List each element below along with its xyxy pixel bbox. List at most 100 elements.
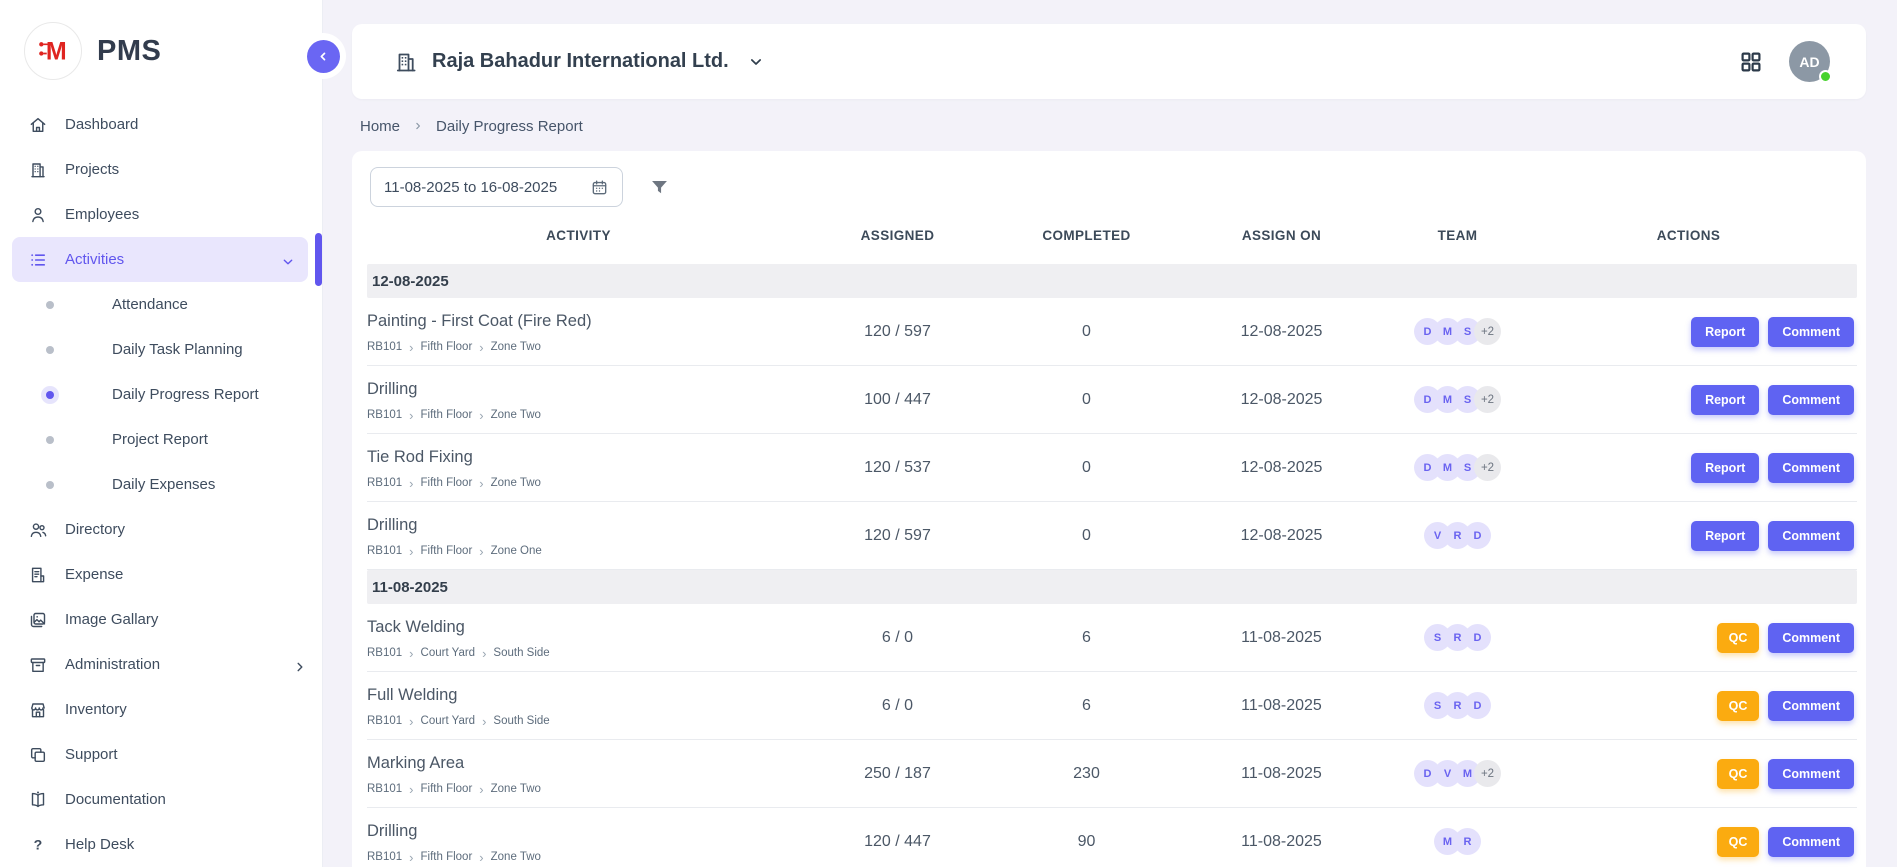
sidebar-item-label: Image Gallary [65, 611, 308, 628]
svg-text:?: ? [34, 837, 43, 853]
completed-value: 230 [1005, 765, 1168, 783]
assigned-value: 100 / 447 [790, 391, 1005, 409]
assign-on-date: 11-08-2025 [1168, 833, 1395, 851]
team-avatar-more[interactable]: +2 [1474, 760, 1501, 787]
completed-value: 0 [1005, 323, 1168, 341]
qc-button[interactable]: QC [1717, 691, 1760, 721]
qc-button[interactable]: QC [1717, 759, 1760, 789]
person-icon [28, 205, 48, 225]
sidebar-item-daily-progress-report[interactable]: Daily Progress Report [0, 372, 322, 417]
sidebar-item-employees[interactable]: Employees [0, 192, 322, 237]
filter-funnel-icon[interactable] [649, 177, 670, 198]
sidebar-item-label: Project Report [112, 431, 308, 448]
header-actions: AD [1739, 41, 1830, 82]
completed-value: 6 [1005, 697, 1168, 715]
assigned-value: 120 / 447 [790, 833, 1005, 851]
sidebar-item-expense[interactable]: Expense [0, 552, 322, 597]
path-segment: Court Yard [421, 647, 476, 659]
comment-button[interactable]: Comment [1768, 453, 1854, 483]
assign-on-date: 11-08-2025 [1168, 765, 1395, 783]
company-selector[interactable]: Raja Bahadur International Ltd. [394, 50, 765, 74]
date-group-header: 12-08-2025 [367, 264, 1857, 298]
comment-button[interactable]: Comment [1768, 691, 1854, 721]
path-segment: RB101 [367, 477, 402, 489]
activity-title: Drilling [367, 380, 790, 399]
comment-button[interactable]: Comment [1768, 623, 1854, 653]
team-avatar-stack[interactable]: MR [1395, 828, 1520, 855]
report-button[interactable]: Report [1691, 317, 1759, 347]
sidebar-item-activities[interactable]: Activities [12, 237, 308, 282]
team-avatar-more[interactable]: +2 [1474, 318, 1501, 345]
path-segment: RB101 [367, 715, 402, 727]
comment-button[interactable]: Comment [1768, 385, 1854, 415]
top-header: Raja Bahadur International Ltd. AD [352, 24, 1866, 99]
team-avatar-stack[interactable]: VRD [1395, 522, 1520, 549]
comment-button[interactable]: Comment [1768, 759, 1854, 789]
receipt-icon [28, 565, 48, 585]
activity-title: Tack Welding [367, 618, 790, 637]
sidebar-item-project-report[interactable]: Project Report [0, 417, 322, 462]
team-avatar-stack[interactable]: DVM+2 [1395, 760, 1520, 787]
team-avatar-stack[interactable]: SRD [1395, 692, 1520, 719]
sidebar-item-directory[interactable]: Directory [0, 507, 322, 552]
activity-title: Marking Area [367, 754, 790, 773]
sidebar-item-image-gallary[interactable]: Image Gallary [0, 597, 322, 642]
column-header-assigned: ASSIGNED [790, 228, 1005, 243]
sidebar-item-documentation[interactable]: Documentation [0, 777, 322, 822]
sidebar-item-label: Expense [65, 566, 308, 583]
bullet-icon [46, 346, 54, 354]
team-avatar: D [1464, 522, 1491, 549]
team-avatar-more[interactable]: +2 [1474, 386, 1501, 413]
report-button[interactable]: Report [1691, 521, 1759, 551]
path-separator-icon: › [479, 545, 483, 558]
comment-button[interactable]: Comment [1768, 827, 1854, 857]
qc-button[interactable]: QC [1717, 623, 1760, 653]
sidebar-item-daily-task-planning[interactable]: Daily Task Planning [0, 327, 322, 372]
team-avatar-stack[interactable]: DMS+2 [1395, 318, 1520, 345]
table-body: 12-08-2025Painting - First Coat (Fire Re… [367, 264, 1857, 867]
sidebar-collapse-wrap [300, 33, 346, 79]
path-segment: South Side [493, 715, 549, 727]
qc-button[interactable]: QC [1717, 827, 1760, 857]
comment-button[interactable]: Comment [1768, 521, 1854, 551]
path-separator-icon: › [482, 715, 486, 728]
activity-title: Drilling [367, 516, 790, 535]
bullet-icon [46, 391, 54, 399]
team-avatar-more[interactable]: +2 [1474, 454, 1501, 481]
chevron-right-icon [292, 657, 308, 673]
chevron-right-icon [412, 120, 424, 132]
completed-value: 90 [1005, 833, 1168, 851]
sidebar-collapse-button[interactable] [307, 40, 340, 73]
date-range-value: 11-08-2025 to 16-08-2025 [384, 179, 590, 196]
sidebar-item-administration[interactable]: Administration [0, 642, 322, 687]
path-segment: Zone One [491, 545, 542, 557]
report-card: 11-08-2025 to 16-08-2025 ACTIVITYASSIGNE… [352, 151, 1866, 867]
team-avatar-stack[interactable]: SRD [1395, 624, 1520, 651]
office-building-icon [394, 50, 418, 74]
user-avatar[interactable]: AD [1789, 41, 1830, 82]
sidebar-item-dashboard[interactable]: Dashboard [0, 102, 322, 147]
sidebar-item-inventory[interactable]: Inventory [0, 687, 322, 732]
comment-button[interactable]: Comment [1768, 317, 1854, 347]
sidebar-item-attendance[interactable]: Attendance [0, 282, 322, 327]
sidebar-item-daily-expenses[interactable]: Daily Expenses [0, 462, 322, 507]
sidebar-item-label: Attendance [112, 296, 308, 313]
apps-grid-icon[interactable] [1739, 50, 1763, 74]
activity-path: RB101›Court Yard›South Side [367, 715, 790, 728]
path-separator-icon: › [479, 409, 483, 422]
sidebar-item-projects[interactable]: Projects [0, 147, 322, 192]
team-avatar-stack[interactable]: DMS+2 [1395, 386, 1520, 413]
team-avatar-stack[interactable]: DMS+2 [1395, 454, 1520, 481]
sidebar-item-help-desk[interactable]: ?Help Desk [0, 822, 322, 867]
sidebar-item-label: Employees [65, 206, 308, 223]
report-button[interactable]: Report [1691, 453, 1759, 483]
assigned-value: 6 / 0 [790, 629, 1005, 647]
date-range-input[interactable]: 11-08-2025 to 16-08-2025 [370, 167, 623, 207]
bullet-icon [46, 301, 54, 309]
activity-path: RB101›Fifth Floor›Zone Two [367, 409, 790, 422]
report-button[interactable]: Report [1691, 385, 1759, 415]
row-actions: QC Comment [1520, 623, 1857, 653]
breadcrumb-home[interactable]: Home [360, 118, 400, 135]
table-row: Drilling RB101›Fifth Floor›Zone Two100 / … [367, 366, 1857, 434]
sidebar-item-support[interactable]: Support [0, 732, 322, 777]
